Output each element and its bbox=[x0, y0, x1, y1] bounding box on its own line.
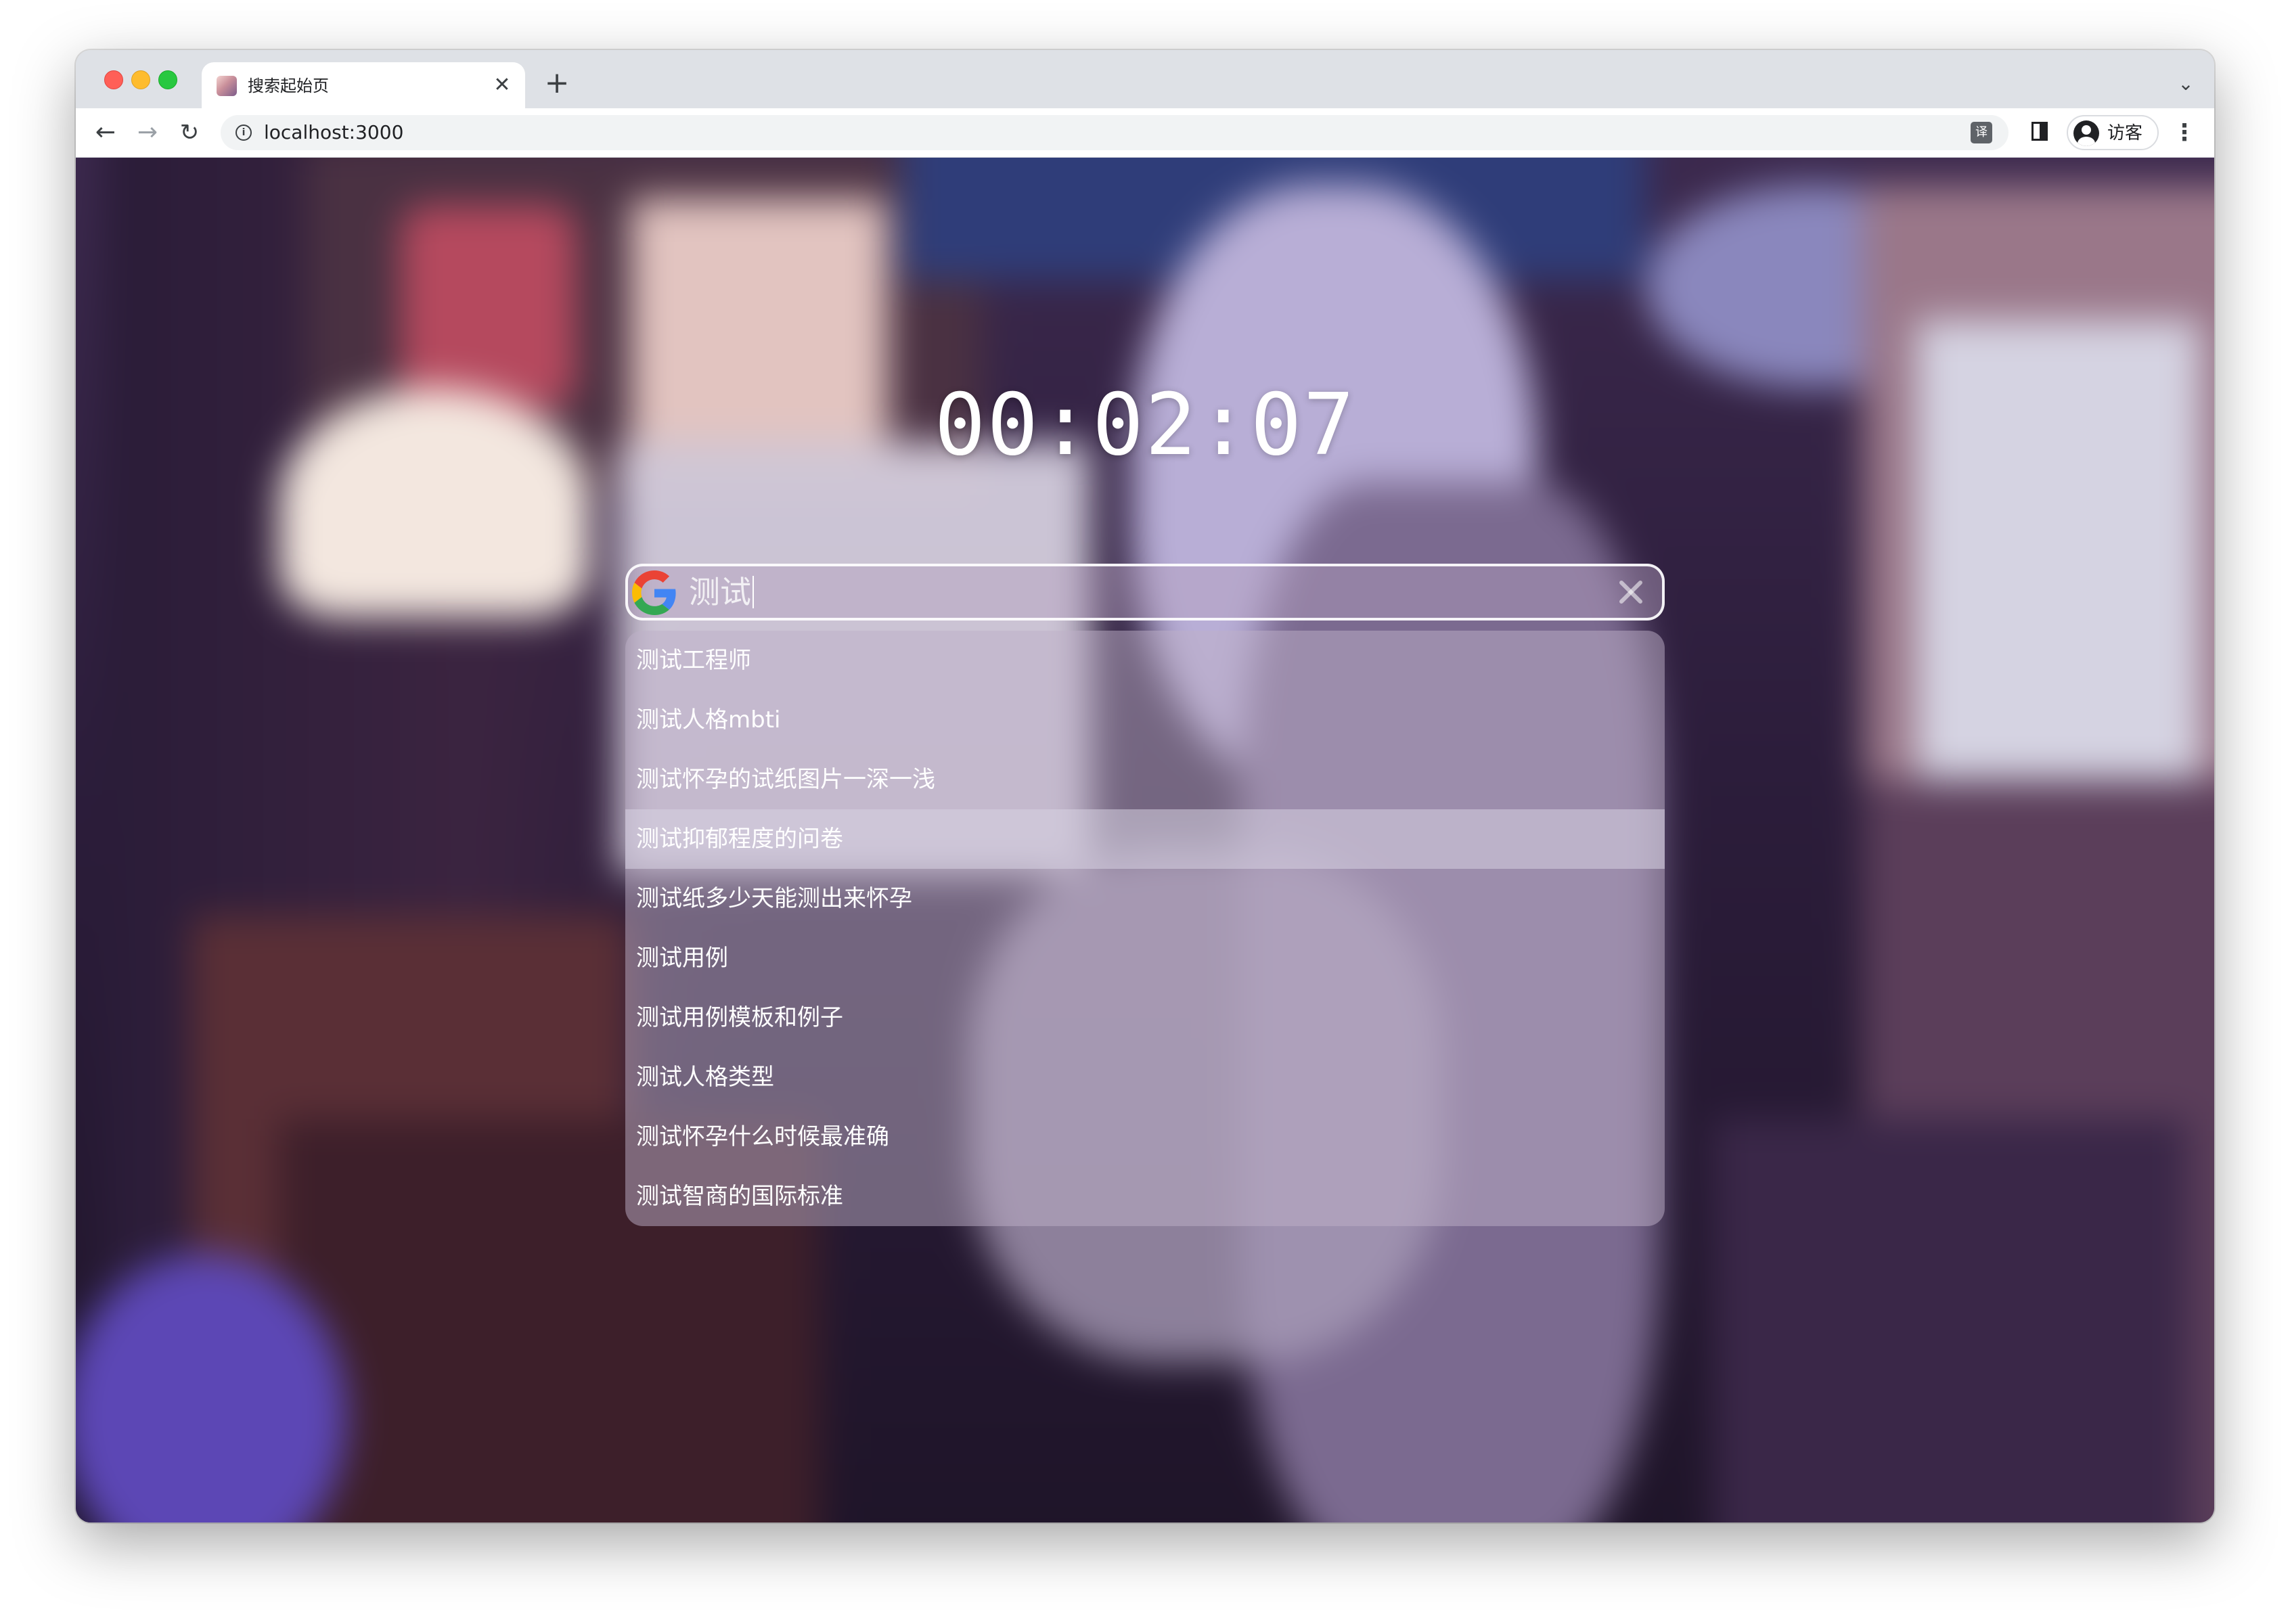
tab-close-icon[interactable]: ✕ bbox=[489, 72, 516, 99]
tab-title: 搜索起始页 bbox=[248, 76, 329, 95]
clock-display: 00:02:07 bbox=[934, 375, 1356, 474]
avatar-icon bbox=[2073, 120, 2099, 146]
search-input[interactable]: 测试 bbox=[689, 573, 754, 611]
close-window-button[interactable] bbox=[104, 70, 123, 89]
forward-button[interactable]: → bbox=[131, 116, 164, 149]
search-input-text: 测试 bbox=[689, 574, 751, 610]
suggestion-item[interactable]: 测试人格mbti bbox=[625, 690, 1665, 750]
text-caret bbox=[753, 576, 754, 608]
browser-window: 搜索起始页 ✕ + ⌄ ← → ↻ i localhost:3000 译 访客 … bbox=[76, 50, 2214, 1522]
suggestion-item-highlighted[interactable]: 测试抑郁程度的问卷 bbox=[625, 809, 1665, 869]
suggestion-item[interactable]: 测试怀孕什么时候最准确 bbox=[625, 1107, 1665, 1167]
reload-button[interactable]: ↻ bbox=[173, 116, 206, 149]
suggestion-item[interactable]: 测试人格类型 bbox=[625, 1047, 1665, 1107]
google-icon[interactable] bbox=[632, 570, 677, 615]
url-text[interactable]: localhost:3000 bbox=[264, 122, 403, 143]
suggestion-item[interactable]: 测试工程师 bbox=[625, 631, 1665, 690]
search-box[interactable]: 测试 bbox=[625, 564, 1665, 621]
tab-active[interactable]: 搜索起始页 ✕ bbox=[202, 62, 525, 108]
maximize-window-button[interactable] bbox=[158, 70, 177, 89]
tab-strip: 搜索起始页 ✕ + ⌄ bbox=[76, 50, 2214, 108]
back-button[interactable]: ← bbox=[89, 116, 122, 149]
address-bar[interactable]: i localhost:3000 译 bbox=[221, 115, 2008, 150]
suggestion-item[interactable]: 测试用例 bbox=[625, 928, 1665, 988]
browser-toolbar: ← → ↻ i localhost:3000 译 访客 ⋮ bbox=[76, 108, 2214, 158]
suggestion-item[interactable]: 测试怀孕的试纸图片一深一浅 bbox=[625, 750, 1665, 809]
suggestion-item[interactable]: 测试用例模板和例子 bbox=[625, 988, 1665, 1047]
minimize-window-button[interactable] bbox=[131, 70, 150, 89]
close-icon[interactable] bbox=[1613, 574, 1648, 610]
new-tab-button[interactable]: + bbox=[540, 68, 574, 102]
profile-label: 访客 bbox=[2107, 123, 2143, 143]
translate-icon[interactable]: 译 bbox=[1971, 122, 1992, 143]
profile-button[interactable]: 访客 bbox=[2067, 115, 2159, 150]
tab-search-icon[interactable]: ⌄ bbox=[2172, 70, 2199, 97]
suggestion-list: 测试工程师 测试人格mbti 测试怀孕的试纸图片一深一浅 测试抑郁程度的问卷 测… bbox=[625, 631, 1665, 1226]
suggestion-item[interactable]: 测试智商的国际标准 bbox=[625, 1167, 1665, 1226]
favicon-icon bbox=[217, 76, 237, 96]
site-info-icon[interactable]: i bbox=[235, 125, 252, 141]
more-menu-icon[interactable]: ⋮ bbox=[2171, 116, 2198, 149]
suggestion-item[interactable]: 测试纸多少天能测出来怀孕 bbox=[625, 869, 1665, 928]
side-panel-icon[interactable] bbox=[2031, 122, 2048, 141]
start-page: 00:02:07 测试 测试工程师 测试人格mbti 测试怀孕的试纸图片一深一浅… bbox=[76, 158, 2214, 1522]
